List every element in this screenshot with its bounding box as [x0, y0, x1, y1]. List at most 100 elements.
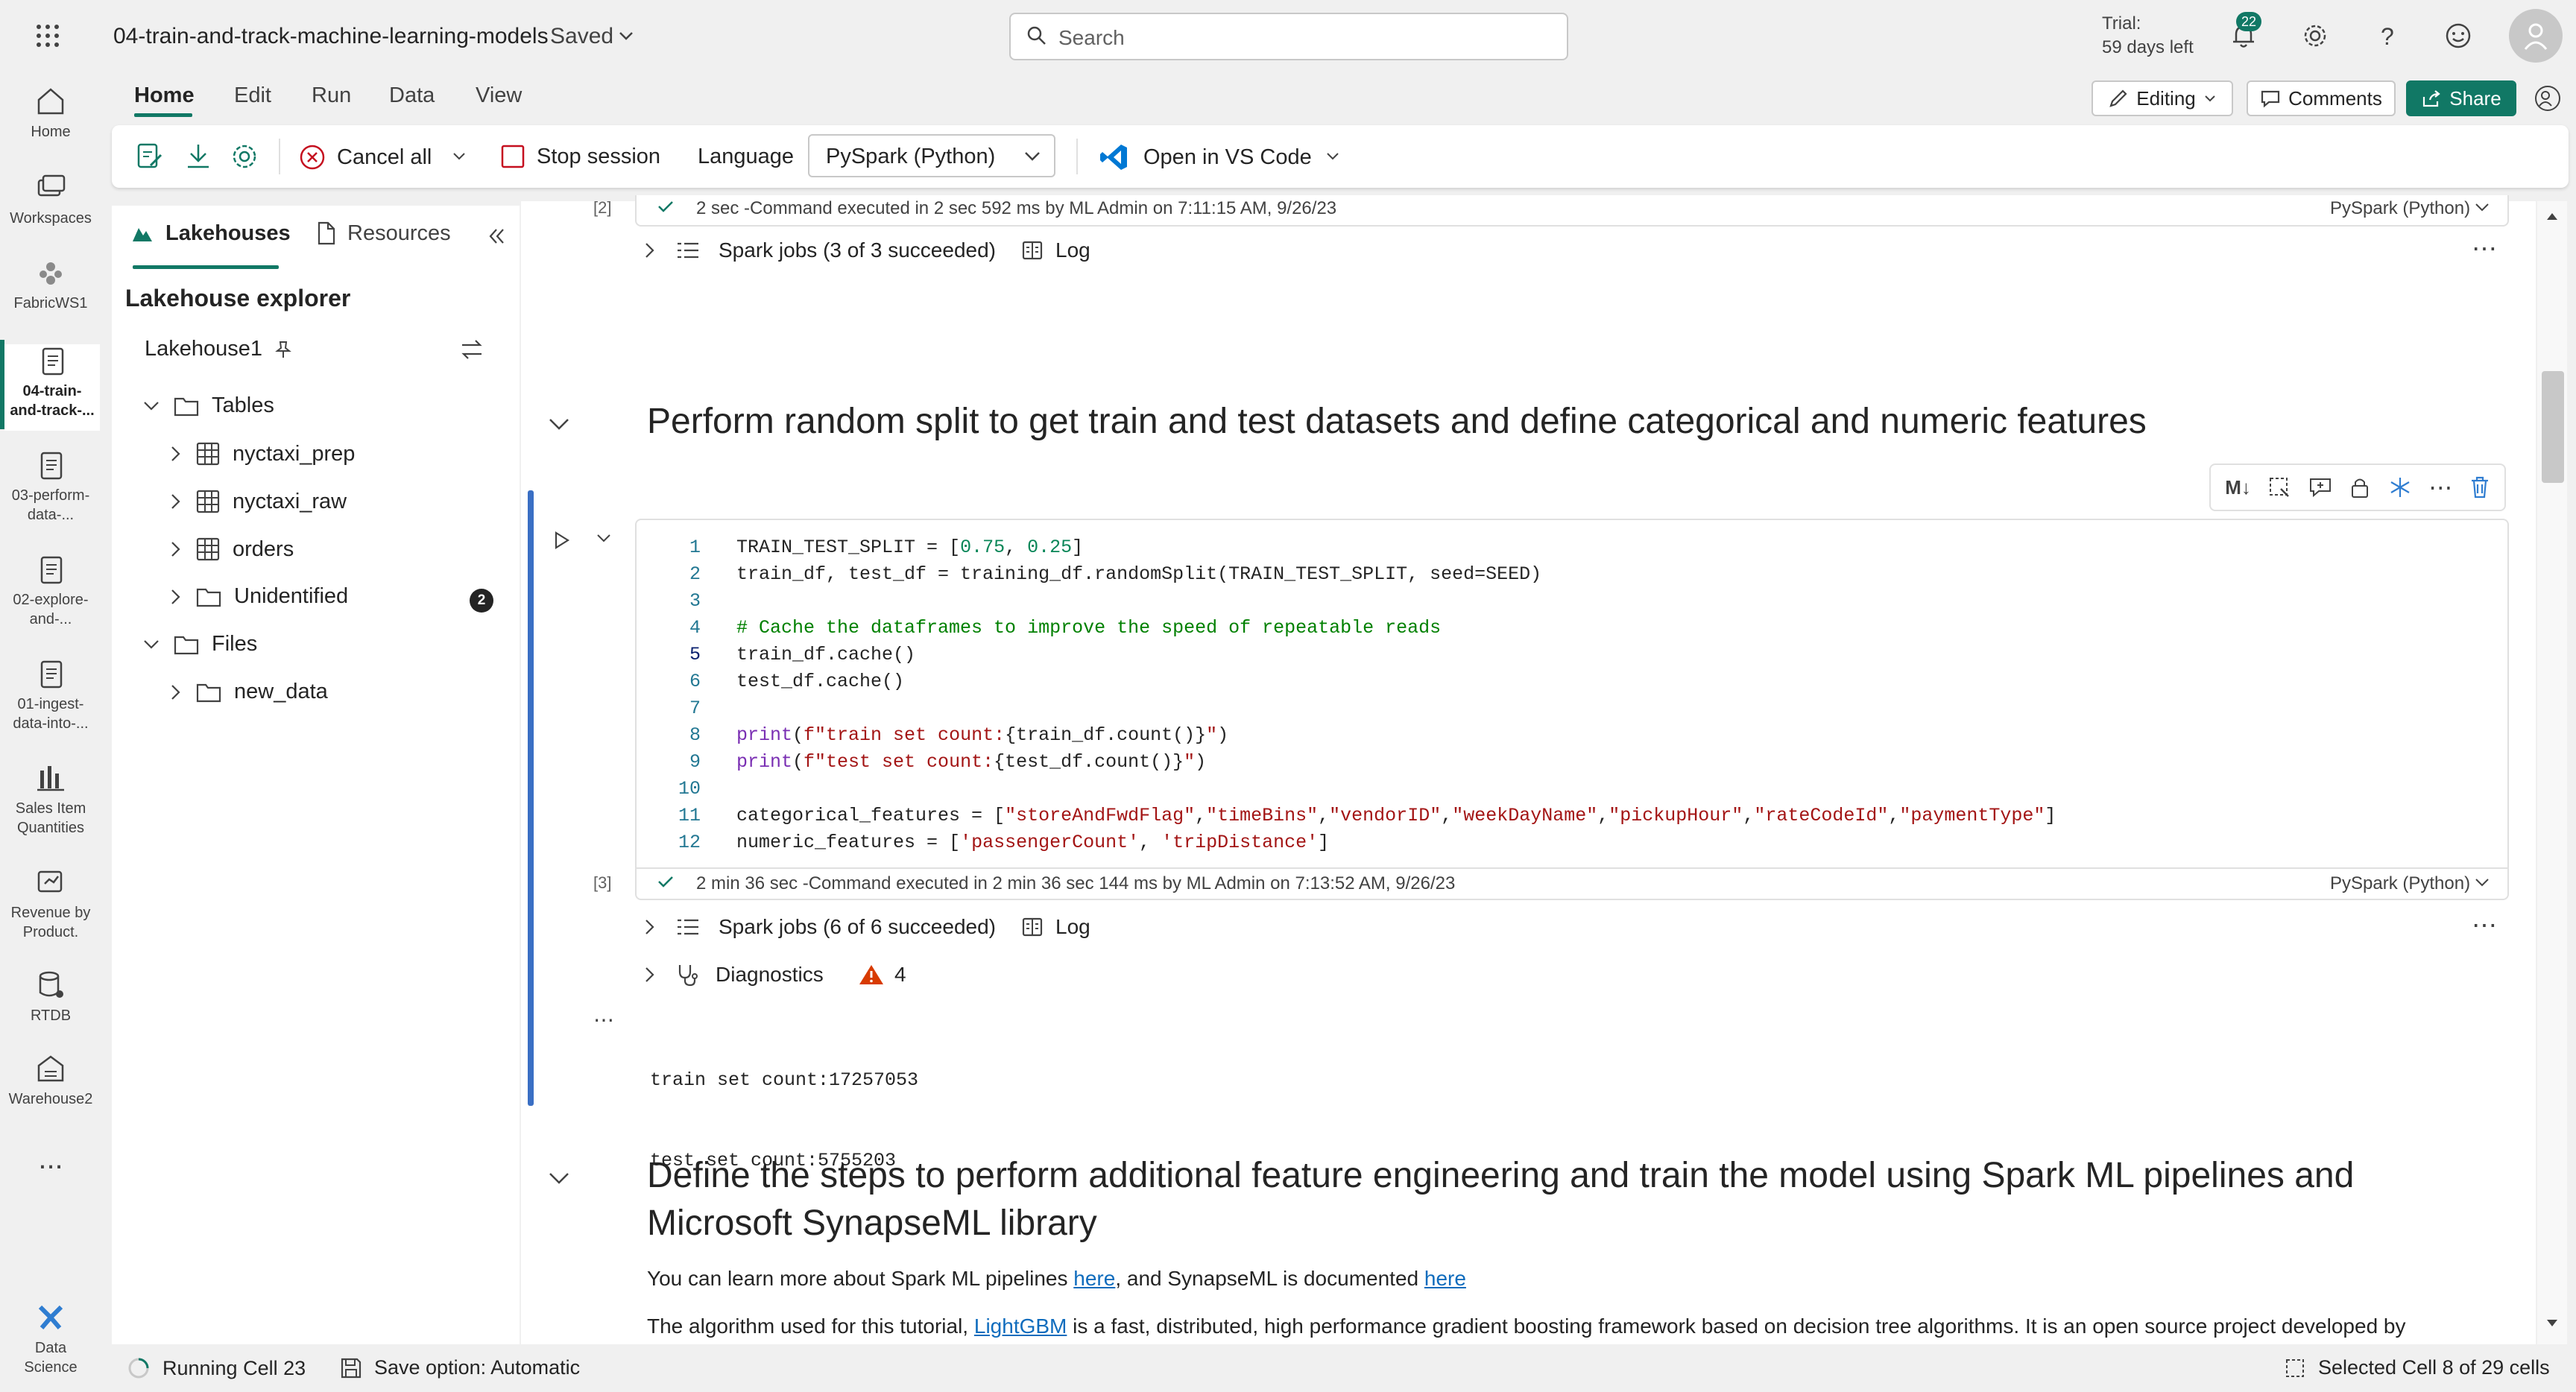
lakehouse-name[interactable]: Lakehouse1 — [145, 337, 294, 361]
pin-icon[interactable] — [273, 339, 294, 360]
cell-2-language[interactable]: PySpark (Python) — [2330, 198, 2470, 219]
rail-item-notebook-03[interactable]: 03-perform-data-... — [0, 449, 101, 525]
tree-folder-unidentified[interactable]: Unidentified — [168, 584, 348, 609]
selection-box-icon — [2284, 1357, 2306, 1379]
cell-2-more-icon[interactable]: ⋯ — [2472, 234, 2497, 264]
lightgbm-link[interactable]: LightGBM — [974, 1315, 1067, 1338]
saved-status[interactable]: Saved — [550, 24, 613, 49]
cancel-all-chevron-icon[interactable] — [452, 151, 467, 162]
tab-edit[interactable]: Edit — [234, 83, 271, 108]
tree-table-nyctaxi-raw[interactable]: nyctaxi_raw — [168, 489, 347, 514]
output-more-icon[interactable]: ⋯ — [593, 1007, 614, 1032]
app-launcher-icon[interactable] — [33, 21, 63, 51]
collapse-section-chevron-icon[interactable] — [546, 1168, 572, 1188]
comments-button[interactable]: Comments — [2247, 80, 2396, 116]
chevron-down-icon[interactable] — [2473, 876, 2491, 890]
download-icon[interactable] — [182, 140, 215, 173]
spark-ml-pipelines-link[interactable]: here — [1073, 1267, 1115, 1290]
tree-node-files[interactable]: Files — [142, 632, 257, 657]
open-in-vscode-button[interactable]: Open in VS Code — [1099, 142, 1312, 173]
cell-2-spark-jobs[interactable]: Spark jobs (3 of 3 succeeded) — [643, 238, 996, 262]
tab-home[interactable]: Home — [134, 83, 195, 108]
stop-session-button[interactable]: Stop session — [499, 143, 660, 170]
tab-data[interactable]: Data — [389, 83, 435, 108]
cell-2-log-button[interactable]: Log — [1021, 238, 1090, 262]
tab-resources[interactable]: Resources — [315, 221, 451, 246]
language-select[interactable]: PySpark (Python) — [808, 134, 1055, 177]
rail-more-button[interactable]: ... — [0, 1144, 101, 1174]
settings-gear-icon[interactable] — [2300, 21, 2330, 51]
rail-item-home[interactable]: Home — [0, 85, 101, 142]
user-avatar[interactable] — [2509, 9, 2563, 63]
feedback-smiley-icon[interactable] — [2443, 21, 2473, 51]
warehouse-icon — [34, 1052, 67, 1085]
delete-trash-icon[interactable] — [2469, 475, 2490, 499]
warning-triangle-icon — [859, 964, 884, 986]
add-comment-icon[interactable] — [2308, 475, 2332, 499]
search-placeholder: Search — [1058, 26, 1125, 49]
notebook-title[interactable]: 04-train-and-track-machine-learning-mode… — [113, 24, 549, 49]
collapse-panel-icon[interactable] — [484, 225, 507, 247]
spinner-icon — [127, 1356, 151, 1380]
rail-item-revenue-by-product[interactable]: Revenue by Product. — [0, 866, 101, 942]
left-navigation-rail: Home Workspaces FabricWS1 04-train-and-t… — [0, 75, 101, 1392]
convert-to-markdown-button[interactable]: M↓ — [2225, 476, 2251, 499]
select-cell-icon[interactable] — [2267, 475, 2291, 499]
switch-lakehouse-icon[interactable] — [459, 337, 484, 362]
cell-3-exec-index: [3] — [593, 873, 612, 892]
diagnostics-warning-count[interactable]: 4 — [859, 963, 906, 987]
cell-3-spark-jobs[interactable]: Spark jobs (6 of 6 succeeded) — [643, 915, 996, 939]
vscode-chevron-icon[interactable] — [1325, 151, 1340, 162]
tree-folder-new-data[interactable]: new_data — [168, 680, 328, 704]
rail-item-workspaces[interactable]: Workspaces — [0, 171, 101, 228]
rail-item-sales-item-quantities[interactable]: Sales Item Quantities — [0, 762, 101, 838]
share-button[interactable]: Share — [2406, 80, 2516, 116]
editing-mode-button[interactable]: Editing — [2092, 80, 2233, 116]
freeze-icon[interactable] — [2388, 475, 2412, 499]
jobs-list-icon — [675, 239, 701, 262]
cell-3-language[interactable]: PySpark (Python) — [2330, 873, 2470, 894]
rail-item-fabricws1[interactable]: FabricWS1 — [0, 256, 101, 313]
code-line: train_df.cache() — [736, 644, 916, 665]
rail-item-notebook-01[interactable]: 01-ingest-data-into-... — [0, 657, 101, 733]
tree-table-orders[interactable]: orders — [168, 537, 294, 562]
cancel-all-button[interactable]: Cancel all — [298, 143, 432, 171]
scroll-up-arrow-icon[interactable] — [2546, 212, 2558, 221]
svg-text:?: ? — [2381, 23, 2394, 50]
top-bar: 04-train-and-track-machine-learning-mode… — [0, 0, 2576, 75]
language-label: Language — [698, 145, 795, 168]
cell-3-more-icon[interactable]: ⋯ — [2472, 911, 2497, 940]
editor-scrollbar[interactable] — [2537, 201, 2567, 1344]
environment-gear-icon[interactable] — [228, 140, 261, 173]
cell-3-log-button[interactable]: Log — [1021, 915, 1090, 939]
rail-item-notebook-02[interactable]: 02-explore-and-... — [0, 553, 101, 629]
bar-chart-icon — [34, 762, 67, 794]
cell-3-diagnostics[interactable]: Diagnostics — [643, 963, 824, 987]
synapseml-docs-link[interactable]: here — [1424, 1267, 1466, 1290]
rail-item-current-notebook[interactable]: 04-train-and-track-... — [4, 344, 100, 431]
rail-item-rtdb[interactable]: RTDB — [0, 969, 101, 1025]
tab-run[interactable]: Run — [312, 83, 351, 108]
notebook-settings-icon[interactable] — [133, 140, 165, 173]
search-box[interactable]: Search — [1009, 13, 1568, 60]
help-icon[interactable]: ? — [2372, 21, 2402, 51]
running-cell-status[interactable]: Running Cell 23 — [127, 1356, 306, 1380]
chevron-down-icon[interactable] — [2473, 201, 2491, 215]
run-cell-icon[interactable] — [550, 529, 572, 551]
chevron-down-icon[interactable] — [617, 28, 635, 43]
rail-item-data-science[interactable]: Data Science — [0, 1301, 101, 1377]
cell-more-icon[interactable]: ⋯ — [2428, 473, 2452, 502]
scroll-down-arrow-icon[interactable] — [2546, 1319, 2558, 1328]
tab-lakehouses[interactable]: Lakehouses — [130, 221, 291, 246]
copilot-people-icon[interactable] — [2533, 83, 2563, 113]
collapse-section-chevron-icon[interactable] — [546, 414, 572, 434]
scrollbar-thumb[interactable] — [2542, 371, 2564, 483]
lock-icon[interactable] — [2349, 475, 2371, 499]
run-options-chevron-icon[interactable] — [595, 532, 613, 545]
tree-node-tables[interactable]: Tables — [142, 393, 274, 418]
tree-table-nyctaxi-prep[interactable]: nyctaxi_prep — [168, 441, 355, 466]
save-option-status[interactable]: Save option: Automatic — [340, 1356, 580, 1379]
code-line: # Cache the dataframes to improve the sp… — [736, 617, 1442, 639]
tab-view[interactable]: View — [476, 83, 522, 108]
rail-item-warehouse2[interactable]: Warehouse2 — [0, 1052, 101, 1109]
